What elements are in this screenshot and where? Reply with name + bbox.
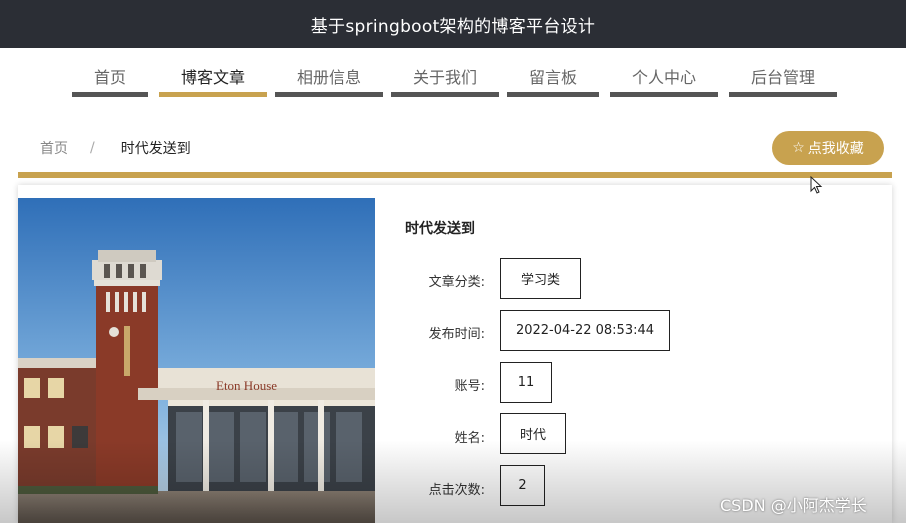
main-nav: 首页 博客文章 相册信息 关于我们 留言板 个人中心 后台管理	[0, 48, 906, 100]
field-value-category: 学习类	[500, 258, 581, 299]
article-image: Eton House	[18, 198, 375, 523]
favorite-button-label: 点我收藏	[807, 141, 864, 157]
nav-item-label: 首页	[93, 68, 126, 87]
nav-item-blog-articles[interactable]: 博客文章	[159, 48, 267, 100]
section-divider	[18, 172, 892, 178]
nav-item-label: 留言板	[528, 68, 577, 87]
nav-item-underline	[275, 92, 383, 97]
site-title: 基于springboot架构的博客平台设计	[310, 16, 596, 37]
field-label-publish-time: 发布时间:	[428, 327, 485, 342]
nav-item-albums[interactable]: 相册信息	[275, 48, 383, 100]
mouse-cursor-icon	[810, 175, 824, 200]
nav-item-underline	[159, 92, 267, 97]
nav-item-about-us[interactable]: 关于我们	[391, 48, 499, 100]
watermark-text: CSDN @小阿杰学长	[720, 496, 867, 515]
field-value-publish-time: 2022-04-22 08:53:44	[500, 310, 670, 351]
nav-item-label: 个人中心	[631, 68, 696, 87]
field-value-click-count: 2	[500, 465, 545, 506]
breadcrumb: 首页 / 时代发送到	[40, 138, 191, 158]
building-sign-text: Eton House	[216, 378, 277, 393]
field-value-account: 11	[500, 362, 552, 403]
nav-item-underline	[72, 92, 148, 97]
breadcrumb-home-link[interactable]: 首页	[40, 138, 68, 158]
nav-item-underline	[729, 92, 837, 97]
nav-item-personal-center[interactable]: 个人中心	[610, 48, 718, 100]
article-title: 时代发送到	[405, 221, 475, 237]
site-header: 基于springboot架构的博客平台设计	[0, 0, 906, 48]
nav-item-message-board[interactable]: 留言板	[507, 48, 599, 100]
breadcrumb-current: 时代发送到	[120, 141, 191, 157]
nav-item-admin[interactable]: 后台管理	[729, 48, 837, 100]
nav-item-label: 相册信息	[296, 68, 361, 87]
nav-item-label: 博客文章	[180, 68, 245, 87]
nav-item-label: 关于我们	[412, 68, 477, 87]
nav-item-underline	[610, 92, 718, 97]
field-value-name: 时代	[500, 413, 566, 454]
field-label-click-count: 点击次数:	[428, 483, 485, 498]
nav-item-underline	[507, 92, 599, 97]
nav-item-label: 后台管理	[750, 68, 815, 87]
field-label-category: 文章分类:	[428, 275, 485, 290]
breadcrumb-separator: /	[90, 140, 95, 156]
field-label-name: 姓名:	[454, 431, 485, 446]
nav-item-home[interactable]: 首页	[72, 48, 148, 100]
favorite-button[interactable]: ☆ 点我收藏	[772, 131, 884, 165]
field-label-account: 账号:	[454, 379, 485, 394]
star-outline-icon: ☆	[792, 140, 805, 156]
nav-item-underline	[391, 92, 499, 97]
